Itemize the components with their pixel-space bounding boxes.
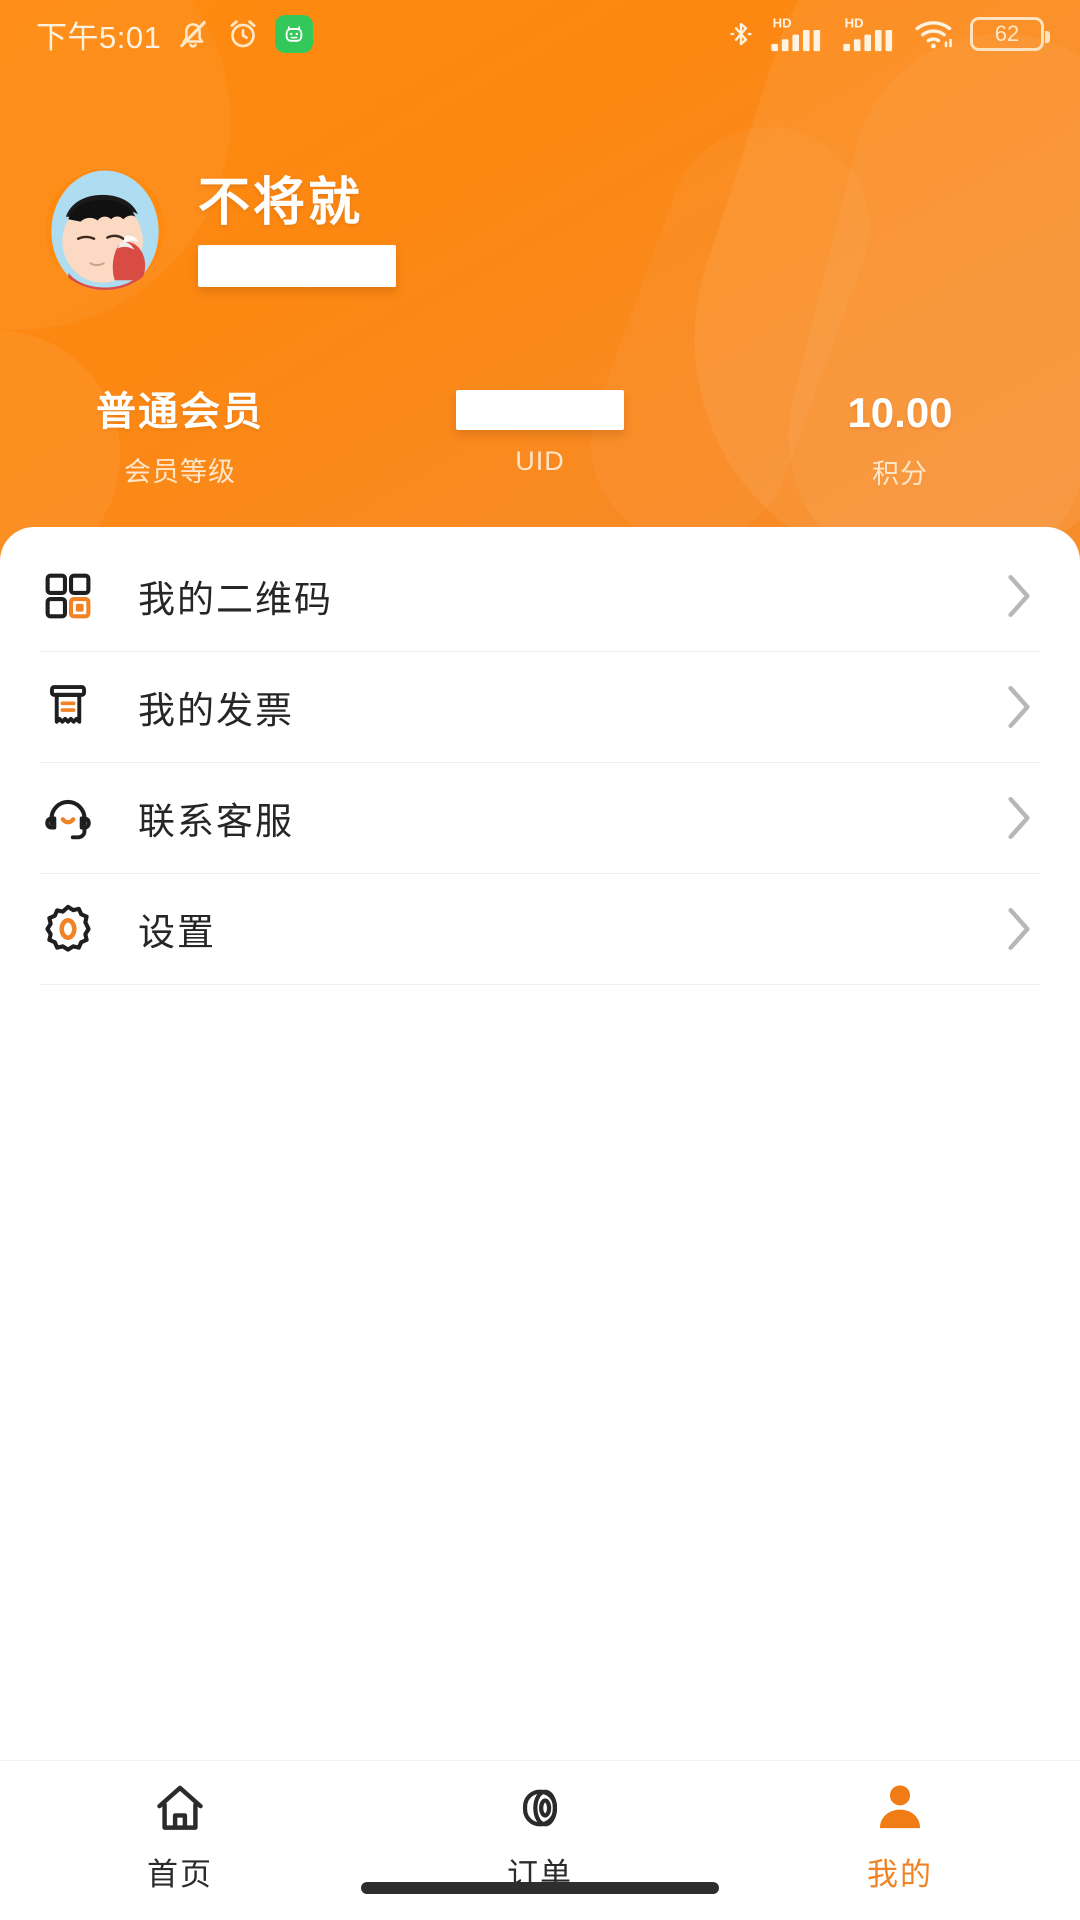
- hd-signal-icon-2: HD: [843, 15, 893, 52]
- status-bar: 下午5:01 HD HD 62: [0, 0, 1080, 68]
- home-indicator[interactable]: [361, 1882, 719, 1894]
- headset-icon: [40, 790, 96, 846]
- menu-item-label: 设置: [138, 912, 216, 953]
- uid-redacted-bar: [456, 390, 624, 430]
- tab-label: 我的: [867, 1857, 933, 1892]
- profile-text: 不将就: [198, 168, 396, 287]
- home-icon: [152, 1777, 208, 1839]
- menu-item-my-qrcode[interactable]: 我的二维码: [40, 541, 1040, 652]
- menu-item-label: 我的二维码: [138, 579, 333, 620]
- alarm-clock-icon: [230, 20, 256, 48]
- menu-item-label: 我的发票: [138, 690, 294, 731]
- status-bar-left: 下午5:01: [36, 12, 314, 57]
- menu-card: 我的二维码 我的发票 联系客服 设置: [0, 527, 1080, 1760]
- tab-home[interactable]: 首页: [0, 1777, 360, 1894]
- profile-block[interactable]: 不将就: [44, 168, 396, 290]
- bottom-navigation: 首页 订单 我的: [0, 1760, 1080, 1920]
- stat-label: 积分: [872, 459, 928, 490]
- hd-signal-icon-1: HD: [771, 15, 821, 52]
- avatar-image: [44, 168, 166, 290]
- chevron-right-icon: [1008, 796, 1030, 840]
- avatar[interactable]: [44, 168, 166, 290]
- gear-icon: [40, 901, 96, 957]
- tab-mine[interactable]: 我的: [720, 1777, 1080, 1894]
- status-bar-right: HD HD 62: [726, 14, 1050, 54]
- battery-icon: 62: [970, 17, 1050, 51]
- wifi-icon: [915, 21, 952, 49]
- phone-screen: 下午5:01 HD HD 62 不将就 普通会员 会员等级 UID 10.00 …: [0, 0, 1080, 1920]
- stat-value: 普通会员: [96, 390, 264, 434]
- battery-level: 62: [994, 21, 1020, 46]
- stat-value: 10.00: [847, 389, 953, 436]
- chevron-right-icon: [1008, 685, 1030, 729]
- menu-item-my-invoice[interactable]: 我的发票: [40, 652, 1040, 763]
- svg-text:HD: HD: [773, 15, 792, 30]
- menu-item-label: 联系客服: [138, 801, 294, 842]
- invoice-icon: [40, 679, 96, 735]
- menu-item-settings[interactable]: 设置: [40, 874, 1040, 985]
- qrcode-icon: [40, 568, 96, 624]
- username: 不将就: [198, 174, 364, 232]
- tab-label: 首页: [147, 1857, 213, 1892]
- member-stats-row: 普通会员 会员等级 UID 10.00 积分: [0, 389, 1080, 500]
- menu-item-contact-support[interactable]: 联系客服: [40, 763, 1040, 874]
- chevron-right-icon: [1008, 907, 1030, 951]
- person-icon: [872, 1777, 928, 1839]
- stat-points[interactable]: 10.00 积分: [720, 389, 1080, 500]
- tab-orders[interactable]: 订单: [360, 1777, 720, 1894]
- mute-bell-icon: [180, 21, 207, 48]
- order-roll-icon: [512, 1777, 568, 1839]
- svg-text:HD: HD: [845, 15, 864, 30]
- chevron-right-icon: [1008, 574, 1030, 618]
- stat-label: 会员等级: [124, 457, 236, 487]
- stat-member-level[interactable]: 普通会员 会员等级: [0, 390, 360, 500]
- username-redacted-bar: [198, 244, 396, 287]
- green-app-badge-icon: [275, 15, 314, 53]
- stat-uid[interactable]: UID: [360, 390, 720, 500]
- status-time: 下午5:01: [36, 19, 162, 55]
- menu-list: 我的二维码 我的发票 联系客服 设置: [0, 527, 1080, 985]
- stat-label: UID: [515, 446, 565, 476]
- bluetooth-icon: [730, 22, 752, 46]
